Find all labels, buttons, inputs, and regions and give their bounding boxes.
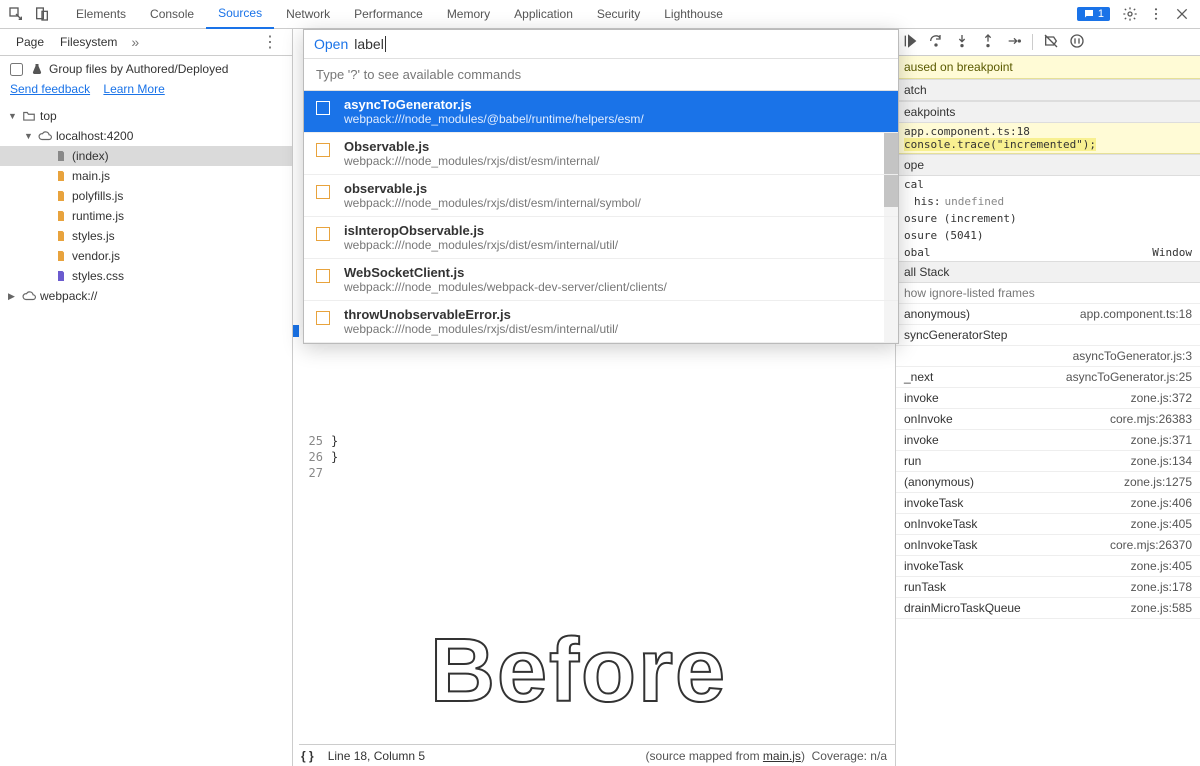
send-feedback-link[interactable]: Send feedback <box>10 82 90 96</box>
pause-banner: aused on breakpoint <box>896 56 1200 79</box>
tree-item[interactable]: main.js <box>0 166 292 186</box>
code-line: 26} <box>303 450 895 466</box>
tab-application[interactable]: Application <box>502 0 585 29</box>
tab-sources[interactable]: Sources <box>206 0 274 29</box>
group-files-row: Group files by Authored/Deployed <box>0 56 292 82</box>
navigator-subtabs: Page Filesystem » ⋮ <box>0 29 292 56</box>
scope-closure-num[interactable]: osure (5041) <box>896 227 1200 244</box>
code-line: 25 } <box>303 434 895 450</box>
deactivate-breakpoints-icon[interactable] <box>1043 33 1059 52</box>
pretty-print-icon[interactable]: { } <box>301 749 314 763</box>
settings-icon[interactable] <box>1118 2 1142 26</box>
code-line: 27 <box>303 466 895 482</box>
navigator-menu-icon[interactable]: ⋮ <box>256 32 284 52</box>
tab-memory[interactable]: Memory <box>435 0 502 29</box>
inspect-icon[interactable] <box>4 2 28 26</box>
breakpoints-section[interactable]: eakpoints <box>896 101 1200 123</box>
tab-console[interactable]: Console <box>138 0 206 29</box>
tab-security[interactable]: Security <box>585 0 652 29</box>
group-files-checkbox[interactable] <box>10 63 23 76</box>
stack-frame[interactable]: drainMicroTaskQueuezone.js:585 <box>896 598 1200 619</box>
quick-open-item[interactable]: WebSocketClient.jswebpack:///node_module… <box>304 259 898 301</box>
tree-item[interactable]: ▼localhost:4200 <box>0 126 292 146</box>
quick-open-prefix: Open <box>314 36 348 52</box>
quick-open-item[interactable]: throwUnobservableError.jswebpack:///node… <box>304 301 898 343</box>
stack-frame[interactable]: onInvokeTaskcore.mjs:26370 <box>896 535 1200 556</box>
tree-item[interactable]: ▼top <box>0 106 292 126</box>
scope-closure-inc[interactable]: osure (increment) <box>896 210 1200 227</box>
step-out-icon[interactable] <box>980 33 996 52</box>
tab-lighthouse[interactable]: Lighthouse <box>652 0 735 29</box>
group-files-label: Group files by Authored/Deployed <box>49 62 228 76</box>
stack-frame[interactable]: asyncToGenerator.js:3 <box>896 346 1200 367</box>
callstack-section[interactable]: all Stack <box>896 261 1200 283</box>
quick-open-item[interactable]: asyncToGenerator.jswebpack:///node_modul… <box>304 91 898 133</box>
pause-exceptions-icon[interactable] <box>1069 33 1085 52</box>
debugger-pane: aused on breakpoint atch eakpoints app.c… <box>896 29 1200 766</box>
stack-frame[interactable]: invokezone.js:372 <box>896 388 1200 409</box>
feedback-badge[interactable]: 1 <box>1077 7 1110 21</box>
stack-frame[interactable]: onInvokecore.mjs:26383 <box>896 409 1200 430</box>
cursor-position: Line 18, Column 5 <box>328 749 425 763</box>
stack-frame[interactable]: runTaskzone.js:178 <box>896 577 1200 598</box>
quick-open-item[interactable]: Observable.jswebpack:///node_modules/rxj… <box>304 133 898 175</box>
stack-frame[interactable]: anonymous)app.component.ts:18 <box>896 304 1200 325</box>
navigator-pane: Page Filesystem » ⋮ Group files by Autho… <box>0 29 293 766</box>
tree-item[interactable]: vendor.js <box>0 246 292 266</box>
quick-open-dialog: Open label Type '?' to see available com… <box>303 29 899 344</box>
learn-more-link[interactable]: Learn More <box>103 82 164 96</box>
step-over-icon[interactable] <box>928 33 944 52</box>
tab-performance[interactable]: Performance <box>342 0 435 29</box>
tree-item[interactable]: styles.js <box>0 226 292 246</box>
file-tree[interactable]: ▼top▼localhost:4200(index)main.jspolyfil… <box>0 102 292 310</box>
overlay-before-label: Before <box>430 620 727 723</box>
devtools-top-bar: ElementsConsoleSourcesNetworkPerformance… <box>0 0 1200 29</box>
debugger-toolbar <box>896 29 1200 56</box>
kebab-icon[interactable] <box>1144 2 1168 26</box>
stack-frame[interactable]: runzone.js:134 <box>896 451 1200 472</box>
stack-frame[interactable]: syncGeneratorStep <box>896 325 1200 346</box>
resume-icon[interactable] <box>902 33 918 52</box>
stack-frame[interactable]: invokezone.js:371 <box>896 430 1200 451</box>
tree-item[interactable]: ▶webpack:// <box>0 286 292 306</box>
quick-open-item[interactable]: observable.jswebpack:///node_modules/rxj… <box>304 175 898 217</box>
device-toggle-icon[interactable] <box>30 2 54 26</box>
quick-open-hint: Type '?' to see available commands <box>304 59 898 91</box>
quick-open-item[interactable]: isInteropObservable.jswebpack:///node_mo… <box>304 217 898 259</box>
tree-item[interactable]: polyfills.js <box>0 186 292 206</box>
scope-section[interactable]: ope <box>896 154 1200 176</box>
scope-this[interactable]: his:undefined <box>896 193 1200 210</box>
stack-frame[interactable]: invokeTaskzone.js:406 <box>896 493 1200 514</box>
step-icon[interactable] <box>1006 33 1022 52</box>
tree-item[interactable]: styles.css <box>0 266 292 286</box>
stack-frame[interactable]: (anonymous)zone.js:1275 <box>896 472 1200 493</box>
scope-local[interactable]: cal <box>896 176 1200 193</box>
tree-item[interactable]: (index) <box>0 146 292 166</box>
editor-status-bar: { } Line 18, Column 5 (source mapped fro… <box>293 744 895 766</box>
stack-frame[interactable]: onInvokeTaskzone.js:405 <box>896 514 1200 535</box>
subtab-more[interactable]: » <box>125 30 145 54</box>
tree-item[interactable]: runtime.js <box>0 206 292 226</box>
step-into-icon[interactable] <box>954 33 970 52</box>
quick-open-input-row[interactable]: Open label <box>304 30 898 59</box>
tab-network[interactable]: Network <box>274 0 342 29</box>
watch-section[interactable]: atch <box>896 79 1200 101</box>
subtab-page[interactable]: Page <box>8 31 52 53</box>
tab-elements[interactable]: Elements <box>64 0 138 29</box>
scope-global[interactable]: obalWindow <box>896 244 1200 261</box>
breakpoint-item[interactable]: app.component.ts:18 console.trace("incre… <box>896 123 1200 154</box>
flask-icon <box>31 63 43 75</box>
ignore-listed-toggle[interactable]: how ignore-listed frames <box>896 283 1200 304</box>
stack-frame[interactable]: invokeTaskzone.js:405 <box>896 556 1200 577</box>
source-map-info: (source mapped from main.js) Coverage: n… <box>646 749 887 763</box>
stack-frame[interactable]: _nextasyncToGenerator.js:25 <box>896 367 1200 388</box>
subtab-filesystem[interactable]: Filesystem <box>52 31 125 53</box>
close-icon[interactable] <box>1170 2 1194 26</box>
quick-open-list[interactable]: asyncToGenerator.jswebpack:///node_modul… <box>304 91 898 343</box>
quick-open-query[interactable]: label <box>354 36 386 52</box>
